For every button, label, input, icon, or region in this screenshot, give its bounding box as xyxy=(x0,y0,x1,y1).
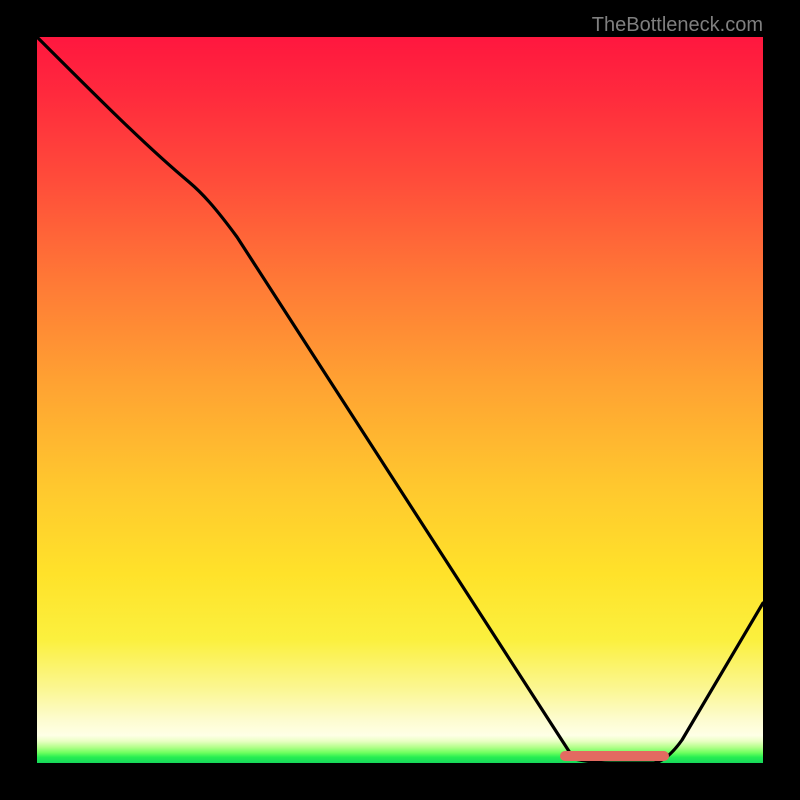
attribution-text: TheBottleneck.com xyxy=(592,14,763,37)
optimum-range-bar xyxy=(560,751,669,761)
chart-stage: TheBottleneck.com xyxy=(0,0,800,800)
plot-area xyxy=(37,37,763,763)
curve-layer xyxy=(37,37,763,763)
bottleneck-curve-path xyxy=(37,37,763,763)
